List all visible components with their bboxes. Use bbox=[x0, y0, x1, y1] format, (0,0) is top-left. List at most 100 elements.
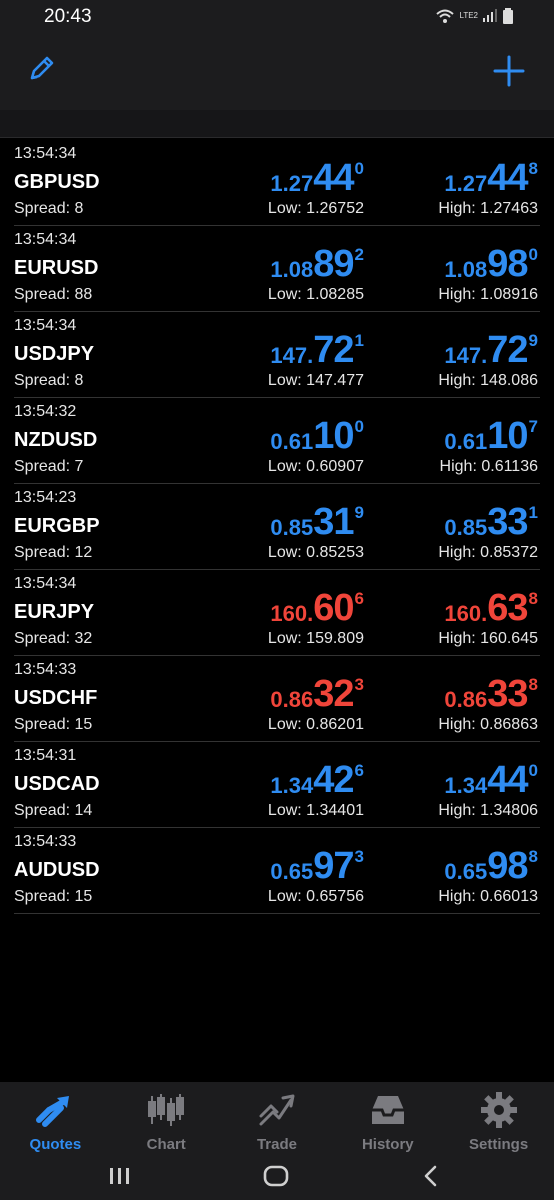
home-icon[interactable] bbox=[262, 1164, 290, 1188]
quote-spread: Spread: 8 bbox=[14, 200, 84, 217]
nav-settings[interactable]: Settings bbox=[443, 1082, 554, 1154]
ask-price-pip: 1 bbox=[528, 503, 538, 522]
ask-price-main: 72 bbox=[487, 329, 528, 371]
bid-price-prefix: 160. bbox=[270, 601, 314, 626]
nav-label: Settings bbox=[468, 1136, 529, 1153]
bid-price-main: 32 bbox=[313, 673, 354, 715]
ask-price-main: 33 bbox=[487, 501, 528, 543]
quote-symbol: USDJPY bbox=[14, 343, 95, 365]
bid-price-prefix: 1.08 bbox=[270, 257, 314, 282]
bid-price-main: 10 bbox=[313, 415, 354, 457]
recent-apps-icon[interactable] bbox=[108, 1164, 132, 1188]
bid-price-pip: 9 bbox=[354, 503, 364, 522]
bid-price[interactable]: 1.27 44 0 bbox=[270, 156, 364, 199]
bid-price[interactable]: 147. 72 1 bbox=[270, 328, 364, 371]
bid-price-pip: 0 bbox=[354, 159, 364, 178]
edit-pencil-icon[interactable] bbox=[26, 52, 58, 84]
quote-time: 13:54:34 bbox=[14, 145, 77, 162]
ask-price-main: 98 bbox=[487, 243, 528, 285]
bid-price-main: 97 bbox=[313, 845, 354, 887]
quote-time: 13:54:34 bbox=[14, 231, 77, 248]
nav-label: Trade bbox=[256, 1136, 297, 1153]
ask-price-pip: 7 bbox=[528, 417, 538, 436]
ask-price-prefix: 0.85 bbox=[444, 515, 488, 540]
quote-spread: Spread: 15 bbox=[14, 716, 93, 733]
ask-price[interactable]: 0.86 33 8 bbox=[444, 672, 538, 715]
quote-time: 13:54:23 bbox=[14, 489, 77, 506]
add-symbol-icon[interactable] bbox=[492, 54, 526, 88]
quote-row[interactable]: 13:54:31 USDCAD Spread: 14 1.34 42 6 1.34 4… bbox=[14, 742, 540, 828]
bid-price-main: 72 bbox=[313, 329, 354, 371]
bid-price[interactable]: 1.34 42 6 bbox=[270, 758, 364, 801]
quote-high: High: 1.27463 bbox=[438, 200, 538, 217]
ask-price-prefix: 0.86 bbox=[444, 687, 488, 712]
bid-price-main: 60 bbox=[313, 587, 354, 629]
trade-icon bbox=[259, 1094, 295, 1126]
settings-icon bbox=[480, 1092, 517, 1128]
bid-price-pip: 3 bbox=[354, 675, 364, 694]
ask-price[interactable]: 1.08 98 0 bbox=[444, 242, 538, 285]
bid-price[interactable]: 160. 60 6 bbox=[270, 586, 364, 629]
ask-price-main: 10 bbox=[487, 415, 528, 457]
bid-price[interactable]: 0.61 10 0 bbox=[270, 414, 364, 457]
ask-price[interactable]: 1.27 44 8 bbox=[444, 156, 538, 199]
quote-row[interactable]: 13:54:33 AUDUSD Spread: 15 0.65 97 3 0.65 9… bbox=[14, 828, 540, 914]
bid-price-main: 44 bbox=[313, 157, 354, 199]
ask-price-main: 98 bbox=[487, 845, 528, 887]
quote-low: Low: 0.85253 bbox=[267, 544, 364, 561]
bid-price-main: 89 bbox=[313, 243, 354, 285]
nav-quotes[interactable]: Quotes bbox=[0, 1082, 111, 1154]
quote-low: Low: 0.60907 bbox=[267, 458, 364, 475]
network-type: LTE2 bbox=[459, 11, 478, 20]
quote-row[interactable]: 13:54:34 USDJPY Spread: 8 147. 72 1 147. 72… bbox=[14, 312, 540, 398]
quote-symbol: EURJPY bbox=[14, 601, 95, 623]
back-icon[interactable] bbox=[420, 1164, 442, 1188]
ask-price-prefix: 0.61 bbox=[444, 429, 488, 454]
ask-price[interactable]: 1.34 44 0 bbox=[444, 758, 538, 801]
quote-row[interactable]: 13:54:23 EURGBP Spread: 12 0.85 31 9 0.85 3… bbox=[14, 484, 540, 570]
quote-row[interactable]: 13:54:33 USDCHF Spread: 15 0.86 32 3 0.86 3… bbox=[14, 656, 540, 742]
ask-price[interactable]: 0.65 98 8 bbox=[444, 844, 538, 887]
bid-price[interactable]: 0.65 97 3 bbox=[270, 844, 364, 887]
ask-price[interactable]: 0.61 10 7 bbox=[444, 414, 538, 457]
quote-row[interactable]: 13:54:34 EURUSD Spread: 88 1.08 89 2 1.08 9… bbox=[14, 226, 540, 312]
nav-chart[interactable]: Chart bbox=[111, 1082, 222, 1154]
quote-row[interactable]: 13:54:34 GBPUSD Spread: 8 1.27 44 0 1.27 44… bbox=[14, 140, 540, 226]
ask-price-pip: 8 bbox=[528, 159, 538, 178]
nav-label: History bbox=[361, 1136, 414, 1153]
quote-time: 13:54:33 bbox=[14, 833, 77, 850]
ask-price-pip: 8 bbox=[528, 847, 538, 866]
bid-price[interactable]: 0.86 32 3 bbox=[270, 672, 364, 715]
quote-time: 13:54:34 bbox=[14, 575, 77, 592]
quote-high: High: 160.645 bbox=[438, 630, 538, 647]
nav-trade[interactable]: Trade bbox=[222, 1082, 333, 1154]
quote-spread: Spread: 12 bbox=[14, 544, 93, 561]
quote-row[interactable]: 13:54:34 EURJPY Spread: 32 160. 60 6 160. 6… bbox=[14, 570, 540, 656]
quote-symbol: USDCHF bbox=[14, 687, 98, 709]
quote-row[interactable]: 13:54:32 NZDUSD Spread: 7 0.61 10 0 0.61 10… bbox=[14, 398, 540, 484]
bid-price-pip: 3 bbox=[354, 847, 364, 866]
bid-price-pip: 0 bbox=[354, 417, 364, 436]
ask-price-prefix: 1.34 bbox=[444, 773, 488, 798]
ask-price-main: 44 bbox=[487, 759, 528, 801]
status-bar: 20:43 LTE2 bbox=[0, 0, 554, 40]
ask-price-prefix: 147. bbox=[444, 343, 488, 368]
quotes-icon bbox=[36, 1096, 70, 1127]
quote-spread: Spread: 14 bbox=[14, 802, 93, 819]
ask-price-pip: 9 bbox=[528, 331, 538, 350]
quotes-list: 13:54:34 GBPUSD Spread: 8 1.27 44 0 1.27 44… bbox=[0, 140, 554, 914]
nav-history[interactable]: History bbox=[332, 1082, 443, 1154]
ask-price[interactable]: 160. 63 8 bbox=[444, 586, 538, 629]
bid-price-main: 31 bbox=[313, 501, 354, 543]
ask-price[interactable]: 147. 72 9 bbox=[444, 328, 538, 371]
bid-price[interactable]: 0.85 31 9 bbox=[270, 500, 364, 543]
quote-low: Low: 147.477 bbox=[267, 372, 364, 389]
quote-time: 13:54:31 bbox=[14, 747, 77, 764]
bid-price-pip: 6 bbox=[354, 761, 364, 780]
ask-price[interactable]: 0.85 33 1 bbox=[444, 500, 538, 543]
quote-low: Low: 159.809 bbox=[267, 630, 364, 647]
quote-low: Low: 0.65756 bbox=[267, 888, 364, 905]
bid-price-prefix: 0.61 bbox=[270, 429, 314, 454]
system-nav-bar bbox=[0, 1154, 554, 1200]
bid-price[interactable]: 1.08 89 2 bbox=[270, 242, 364, 285]
